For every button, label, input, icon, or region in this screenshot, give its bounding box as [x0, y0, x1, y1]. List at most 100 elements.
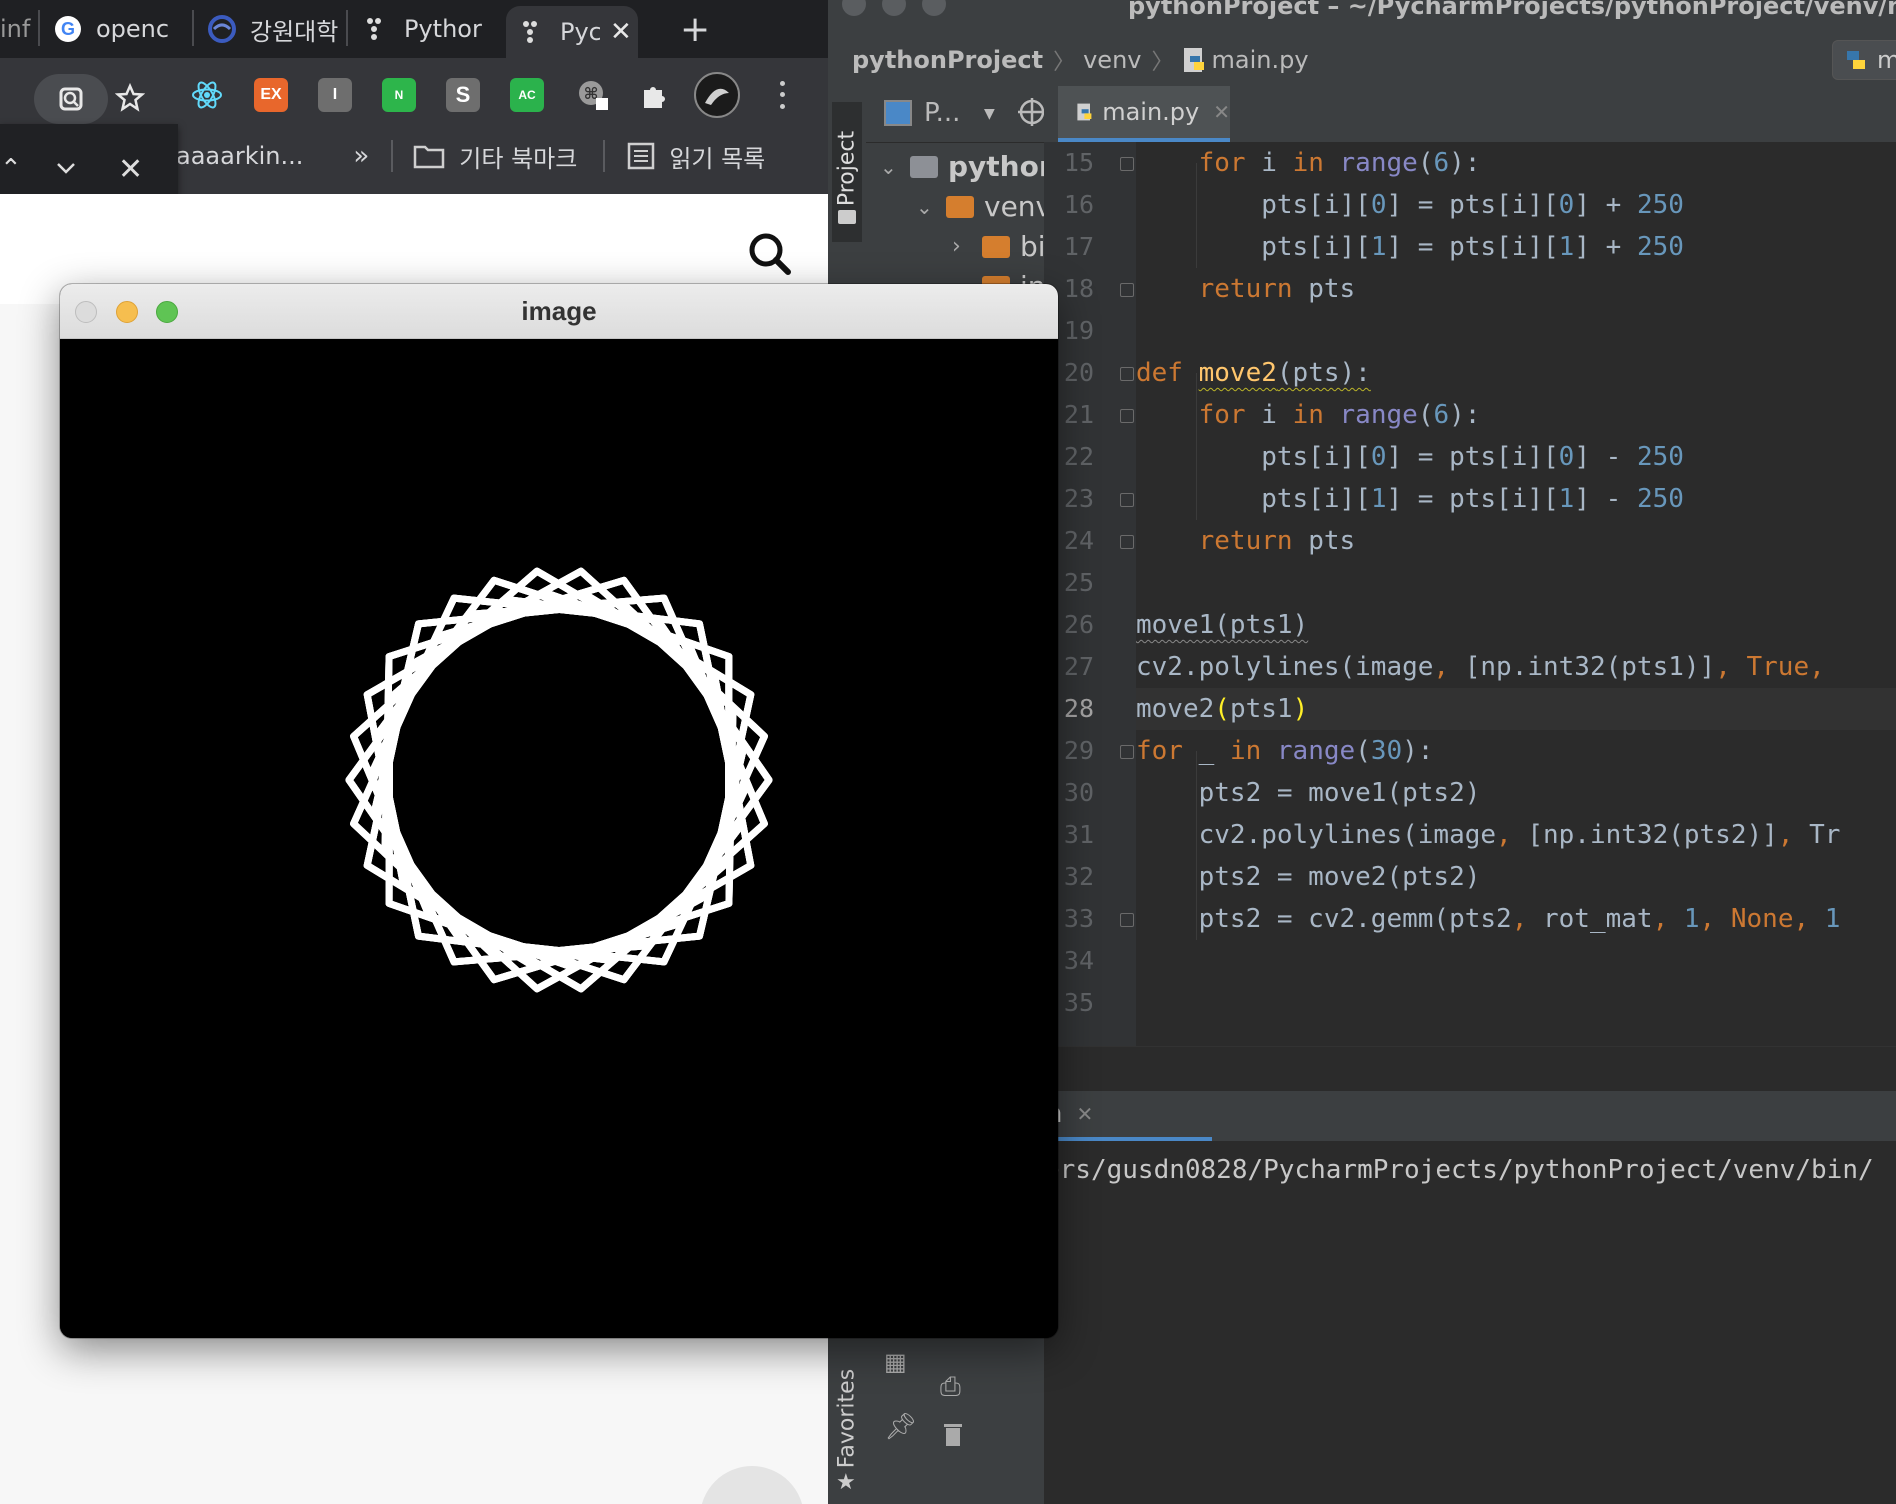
s-extension-icon[interactable]: S	[446, 78, 480, 112]
fold-marker[interactable]	[1120, 409, 1134, 423]
puzzle-icon[interactable]	[636, 78, 670, 112]
code-line: pts2 = move2(pts2)	[1136, 862, 1481, 892]
fold-marker[interactable]	[1120, 745, 1134, 759]
fold-marker[interactable]	[1120, 535, 1134, 549]
search-tab-button[interactable]	[34, 74, 108, 124]
line-number: 15	[1063, 148, 1094, 177]
close-window-button[interactable]	[842, 0, 866, 16]
tree-item-bin[interactable]: › bi	[952, 230, 1046, 263]
chevron-down-icon: ⌄	[880, 154, 897, 179]
code-line: pts[i][1] = pts[i][1] + 250	[1136, 232, 1684, 262]
line-number: 17	[1063, 232, 1094, 261]
tab-label: Pyc	[560, 18, 600, 46]
tab-main-py[interactable]: main.py ✕	[1058, 86, 1230, 142]
ac-extension-icon[interactable]: AC	[510, 78, 544, 112]
minimize-window-button[interactable]	[882, 0, 906, 16]
chevron-right-icon: 〉	[1151, 50, 1174, 75]
code-line: return pts	[1198, 274, 1356, 304]
tree-item-venv[interactable]: ⌄ venv	[916, 190, 1052, 223]
tab-python[interactable]: Pythor	[362, 6, 492, 52]
print-icon[interactable]: ⎙	[940, 1372, 961, 1403]
other-bookmarks[interactable]: 기타 북마크	[413, 139, 577, 174]
swirl-icon	[208, 15, 236, 43]
fold-marker[interactable]	[1120, 493, 1134, 507]
tab-opencv[interactable]: G openc	[54, 6, 184, 52]
reading-list[interactable]: 읽기 목록	[627, 139, 765, 174]
find-previous-button[interactable]: ⌃	[0, 154, 22, 184]
trash-icon[interactable]	[942, 1420, 964, 1452]
i-extension-icon[interactable]: I	[318, 78, 352, 112]
tab-label: openc	[96, 15, 170, 43]
list-icon	[628, 142, 655, 170]
bookmark-star-button[interactable]	[110, 78, 150, 118]
new-tab-button[interactable]: +	[680, 6, 720, 52]
n-extension-icon[interactable]: N	[382, 78, 416, 112]
indent-guide	[1196, 751, 1197, 940]
run-output-line: ers/gusdn0828/PycharmProjects/pythonProj…	[1044, 1155, 1874, 1185]
zoom-window-button[interactable]	[922, 0, 946, 16]
tab-bar: inf G openc 강원대학 Pythor Pyc ✕ +	[0, 0, 828, 58]
ide-title-bar: pythonProject – ~/PycharmProjects/python…	[828, 0, 1896, 34]
folder-icon	[910, 155, 938, 178]
fold-marker[interactable]	[1120, 367, 1134, 381]
code-line: def move2(pts):	[1136, 358, 1371, 388]
favorites-tool-tab[interactable]: Favorites ★	[832, 1346, 862, 1496]
avatar[interactable]	[694, 72, 740, 118]
react-icon[interactable]	[190, 78, 224, 112]
tab-inf[interactable]: inf	[0, 6, 34, 52]
tab-separator	[346, 10, 348, 46]
code-line: cv2.polylines(image, [np.int32(pts1)], T…	[1136, 652, 1825, 682]
code-line: pts[i][1] = pts[i][1] - 250	[1136, 484, 1684, 514]
project-view-selector[interactable]: P...	[924, 98, 960, 128]
tab-separator	[192, 10, 194, 46]
command-extension-icon[interactable]: ⌘	[576, 78, 610, 112]
image-window-title: image	[521, 296, 597, 326]
code-editor[interactable]: for i in range(6): pts[i][0] = pts[i][0]…	[1136, 142, 1896, 1046]
code-line: pts2 = move1(pts2)	[1136, 778, 1481, 808]
bookmark-item[interactable]: aaaarkin...	[176, 142, 303, 170]
pin-icon[interactable]: 📌︎	[884, 1412, 917, 1442]
project-view-icon	[884, 100, 912, 126]
code-line: pts[i][0] = pts[i][0] - 250	[1136, 442, 1684, 472]
ex-extension-icon[interactable]: EX	[254, 78, 288, 112]
folder-icon	[838, 210, 856, 224]
ide-window-title: pythonProject – ~/PycharmProjects/python…	[1128, 0, 1896, 20]
code-line: for i in range(6):	[1198, 400, 1481, 430]
folder-icon	[946, 195, 974, 218]
tree-item-python[interactable]: ⌄ python	[880, 150, 1059, 183]
more-bookmarks-button[interactable]: »	[353, 141, 369, 171]
browser-menu-button[interactable]	[772, 78, 792, 112]
project-panel-header: P... ▼	[866, 86, 1046, 143]
star-icon: ★	[836, 1470, 856, 1495]
breadcrumb-venv[interactable]: venv	[1083, 46, 1141, 74]
bookmarks-bar: aaaarkin... » 기타 북마크 읽기 목록	[176, 136, 826, 176]
close-icon[interactable]: ✕	[610, 17, 632, 47]
fold-marker[interactable]	[1120, 283, 1134, 297]
svg-text:G: G	[61, 19, 75, 39]
project-tool-tab[interactable]: Project	[832, 102, 862, 242]
indent-guide	[1196, 373, 1197, 520]
fold-marker[interactable]	[1120, 157, 1134, 171]
close-icon[interactable]: ✕	[1213, 100, 1230, 124]
find-next-button[interactable]	[54, 158, 78, 182]
run-config-selector[interactable]: m	[1832, 40, 1896, 80]
chevron-down-icon	[57, 163, 75, 174]
find-close-button[interactable]: ✕	[118, 152, 143, 187]
indent-guide	[1196, 163, 1197, 268]
chevron-right-icon: 〉	[1053, 50, 1076, 75]
tab-pycharm-active[interactable]: Pyc ✕	[506, 6, 638, 58]
run-tab[interactable]: n ✕	[1044, 1091, 1212, 1141]
tab-label: 강원대학	[250, 17, 338, 46]
code-line: for i in range(6):	[1198, 148, 1481, 178]
code-line: move1(pts1)	[1136, 610, 1309, 640]
breadcrumb-project[interactable]: pythonProject	[828, 46, 1043, 74]
breadcrumb-file[interactable]: main.py	[1182, 46, 1309, 74]
page-search-button[interactable]	[746, 230, 794, 282]
fold-marker[interactable]	[1120, 913, 1134, 927]
layout-icon[interactable]: ▦	[884, 1348, 907, 1376]
close-icon[interactable]: ✕	[1076, 1102, 1093, 1126]
code-line: for _ in range(30):	[1136, 736, 1434, 766]
image-window: image	[60, 284, 1058, 1338]
tab-kangwon[interactable]: 강원대학	[208, 6, 338, 52]
polyline-ring-image	[345, 567, 773, 993]
